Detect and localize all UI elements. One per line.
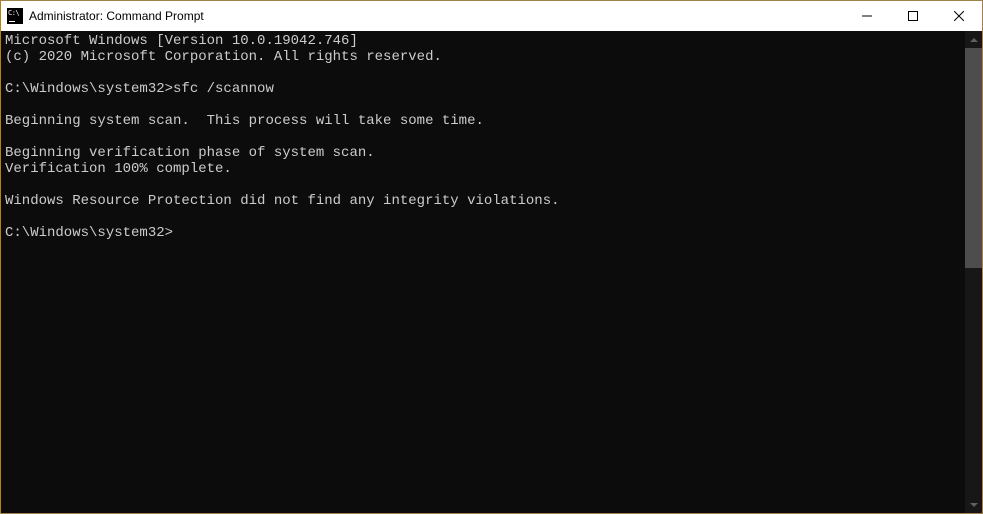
- maximize-button[interactable]: [890, 1, 936, 31]
- scroll-up-arrow[interactable]: [965, 31, 982, 48]
- titlebar[interactable]: Administrator: Command Prompt: [1, 1, 982, 31]
- window-controls: [844, 1, 982, 31]
- terminal-container: Microsoft Windows [Version 10.0.19042.74…: [1, 31, 982, 513]
- scrollbar[interactable]: [965, 31, 982, 513]
- close-button[interactable]: [936, 1, 982, 31]
- scroll-thumb[interactable]: [965, 48, 982, 268]
- terminal-output[interactable]: Microsoft Windows [Version 10.0.19042.74…: [1, 31, 965, 513]
- minimize-button[interactable]: [844, 1, 890, 31]
- scroll-track[interactable]: [965, 48, 982, 496]
- window-title: Administrator: Command Prompt: [29, 9, 844, 23]
- scroll-down-arrow[interactable]: [965, 496, 982, 513]
- cmd-icon: [7, 8, 23, 24]
- command-prompt-window: Administrator: Command Prompt Microsoft …: [0, 0, 983, 514]
